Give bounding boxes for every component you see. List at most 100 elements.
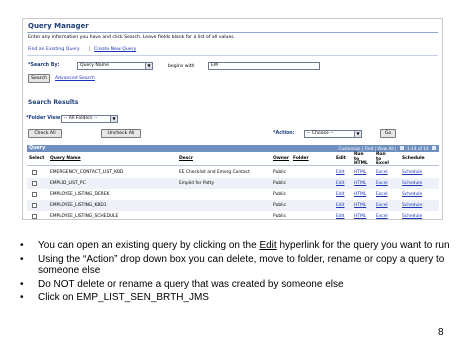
run-html-link[interactable]: HTML	[354, 189, 366, 200]
bullet-item: • Using the “Action” drop down box you c…	[18, 254, 470, 277]
col-owner[interactable]: Owner	[273, 156, 289, 162]
advanced-search-link[interactable]: Advanced Search	[55, 76, 95, 81]
go-button[interactable]: Go	[380, 129, 396, 138]
col-edit: Edit	[336, 156, 346, 161]
query-owner: Public	[273, 192, 286, 197]
search-results-title: Search Results	[28, 99, 79, 106]
schedule-link[interactable]: Schedule	[402, 189, 422, 200]
col-run-html: Run to HTML	[354, 152, 368, 167]
uncheck-all-button[interactable]: Uncheck All	[101, 129, 141, 138]
row-checkbox[interactable]	[32, 170, 37, 175]
condition-label: begins with	[168, 64, 195, 69]
edit-link[interactable]: Edit	[336, 178, 345, 189]
search-value-input[interactable]: EM	[208, 62, 320, 70]
col-schedule: Schedule	[402, 156, 425, 161]
bullet-text: You can open an existing query by clicki…	[38, 240, 260, 251]
run-excel-link[interactable]: Excel	[376, 178, 388, 189]
col-query-name[interactable]: Query Name	[50, 156, 81, 162]
run-html-link[interactable]: HTML	[354, 178, 366, 189]
run-excel-link[interactable]: Excel	[376, 200, 388, 211]
query-name: EMPLOYEE_LISTING_SCHEDULE	[50, 214, 119, 219]
bullet-item: • Click on EMP_LIST_SEN_BRTH_JMS	[18, 292, 470, 304]
folder-view-label: *Folder View:	[26, 116, 63, 121]
last-page-icon[interactable]	[432, 146, 436, 150]
bullet-item: • You can open an existing query by clic…	[18, 240, 470, 252]
edit-link[interactable]: Edit	[336, 189, 345, 200]
query-owner: Public	[273, 170, 286, 175]
bullet-dot: •	[20, 278, 24, 290]
schedule-link[interactable]: Schedule	[402, 211, 422, 219]
bullet-dot: •	[20, 292, 24, 303]
tab-create-new-query[interactable]: Create New Query	[94, 47, 136, 52]
bullet-text: Do NOT delete or rename a query that was…	[38, 278, 344, 290]
query-descr: EE Checklist and Emerg Contact	[179, 170, 250, 175]
grid-tools-links[interactable]: Customize | Find | View All |	[339, 146, 397, 151]
bullet-item: • Do NOT delete or rename a query that w…	[18, 279, 470, 291]
run-html-link[interactable]: HTML	[354, 200, 366, 211]
query-owner: Public	[273, 203, 286, 208]
schedule-link[interactable]: Schedule	[402, 167, 422, 178]
grid-header-links: Customize | Find | View All | 1-14 of 14	[339, 145, 436, 152]
bullet-text: hyperlink for the query you want to run	[276, 240, 450, 251]
query-manager-screenshot: Query Manager Enter any information you …	[22, 18, 443, 220]
grid-title: Query	[29, 146, 46, 151]
title-divider	[27, 32, 438, 33]
edit-link[interactable]: Edit	[336, 211, 345, 219]
edit-link[interactable]: Edit	[336, 200, 345, 211]
row-checkbox[interactable]	[32, 181, 37, 186]
grid-header: Query Customize | Find | View All | 1-14…	[27, 145, 439, 152]
query-name: EMPLID_LIST_PC	[50, 181, 86, 186]
check-all-button[interactable]: Check All	[28, 129, 62, 138]
table-row: EMPLOYEE_LISTING_DEREK Public Edit HTML …	[27, 189, 439, 200]
page-title: Query Manager	[28, 22, 89, 30]
search-button[interactable]: Search	[28, 74, 50, 83]
search-by-label: *Search By:	[28, 63, 60, 68]
schedule-link[interactable]: Schedule	[402, 200, 422, 211]
query-owner: Public	[273, 214, 286, 219]
grid-column-headers: Select Query Name Descr Owner Folder Edi…	[27, 152, 439, 166]
bullet-text: Using the “Action” drop down box you can…	[38, 253, 445, 277]
search-by-select[interactable]: Query Name ▼	[77, 62, 153, 70]
run-excel-link[interactable]: Excel	[376, 211, 388, 219]
bullet-text: Click on EMP_LIST_SEN_BRTH_JMS	[38, 292, 209, 303]
query-name: EMPLOYEE_LISTING_KBD1	[50, 203, 107, 208]
col-select: Select	[29, 156, 45, 161]
row-checkbox[interactable]	[32, 214, 37, 219]
query-name: EMERGENCY_CONTACT_LIST_KBD	[50, 170, 124, 175]
action-value: -- Choose --	[307, 131, 334, 136]
row-checkbox[interactable]	[32, 192, 37, 197]
chevron-down-icon: ▼	[354, 131, 361, 137]
col-descr[interactable]: Descr	[179, 156, 193, 162]
query-owner: Public	[273, 181, 286, 186]
table-row: EMERGENCY_CONTACT_LIST_KBD EE Checklist …	[27, 167, 439, 178]
grid-pager: 1-14 of 14	[407, 146, 429, 151]
row-checkbox[interactable]	[32, 203, 37, 208]
bullet-dot: •	[20, 253, 24, 265]
table-row: EMPLOYEE_LISTING_SCHEDULE Public Edit HT…	[27, 211, 439, 219]
table-row: EMPLOYEE_LISTING_KBD1 Public Edit HTML E…	[27, 200, 439, 211]
tab-underline	[27, 55, 438, 56]
query-descr: Emplid for Patty	[179, 181, 215, 186]
page-number: 8	[438, 327, 444, 338]
action-label: *Action:	[273, 131, 295, 136]
run-html-link[interactable]: HTML	[354, 211, 366, 219]
chevron-down-icon: ▼	[110, 116, 117, 122]
tab-separator: |	[89, 47, 91, 52]
schedule-link[interactable]: Schedule	[402, 178, 422, 189]
tab-find-existing-query[interactable]: Find an Existing Query	[28, 47, 80, 52]
col-folder[interactable]: Folder	[293, 156, 309, 162]
folder-view-value: -- All Folders --	[64, 116, 98, 121]
bullet-edit-link-text: Edit	[259, 240, 277, 251]
chevron-down-icon: ▼	[145, 63, 152, 69]
col-run-excel: Run to Excel	[376, 152, 389, 167]
run-excel-link[interactable]: Excel	[376, 167, 388, 178]
edit-link[interactable]: Edit	[336, 167, 345, 178]
first-page-icon[interactable]	[399, 146, 404, 150]
folder-view-select[interactable]: -- All Folders -- ▼	[61, 115, 118, 123]
run-excel-link[interactable]: Excel	[376, 189, 388, 200]
run-html-link[interactable]: HTML	[354, 167, 366, 178]
action-select[interactable]: -- Choose -- ▼	[304, 130, 362, 138]
bullet-list: • You can open an existing query by clic…	[18, 240, 470, 306]
search-by-value: Query Name	[80, 63, 109, 68]
instructions-text: Enter any information you have and click…	[28, 35, 236, 40]
